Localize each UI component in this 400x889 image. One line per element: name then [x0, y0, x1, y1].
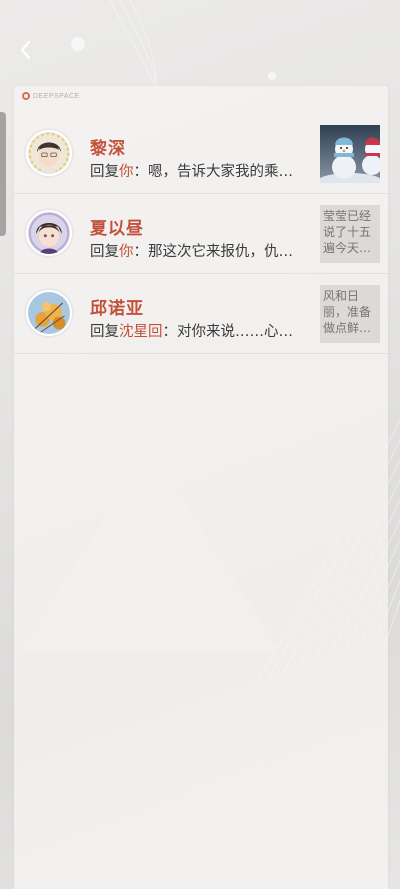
reply-prefix: 回复	[90, 324, 119, 340]
notification-item[interactable]: 邱诺亚 回复沈星回：对你来说……心… 风和日丽，准备做点鲜…	[14, 274, 388, 354]
side-drawer-handle[interactable]	[0, 112, 6, 236]
avatar[interactable]	[26, 210, 72, 256]
sender-name: 黎深	[90, 139, 126, 159]
notification-panel: DEEPSPACE 黎深 回复你：嗯，告诉大家我的乘… 夏以昼 回复你：那这次它…	[14, 86, 388, 889]
avatar[interactable]	[26, 290, 72, 336]
logo-mark	[22, 92, 30, 100]
reply-target[interactable]: 沈星回	[119, 324, 163, 340]
reply-text: 回复你：嗯，告诉大家我的乘…	[90, 160, 312, 181]
notification-item[interactable]: 黎深 回复你：嗯，告诉大家我的乘…	[14, 114, 388, 194]
reply-target[interactable]: 你	[119, 244, 134, 260]
avatar[interactable]	[26, 130, 72, 176]
reply-text: 回复沈星回：对你来说……心…	[90, 320, 312, 341]
reply-target[interactable]: 你	[119, 164, 134, 180]
post-thumbnail[interactable]: 莹莹已经说了十五遍今天…	[320, 205, 380, 263]
sender-name: 夏以昼	[90, 219, 144, 239]
post-thumbnail[interactable]	[320, 125, 380, 183]
reply-text: 回复你：那这次它来报仇，仇…	[90, 240, 312, 261]
sender-name: 邱诺亚	[90, 299, 144, 319]
logo-text: DEEPSPACE	[33, 92, 80, 100]
notification-item[interactable]: 夏以昼 回复你：那这次它来报仇，仇… 莹莹已经说了十五遍今天…	[14, 194, 388, 274]
reply-content: ：那这次它来报仇，仇…	[133, 244, 294, 260]
reply-content: ：嗯，告诉大家我的乘…	[133, 164, 294, 180]
back-button[interactable]	[14, 38, 38, 62]
reply-content: ：对你来说……心…	[162, 324, 294, 340]
app-logo: DEEPSPACE	[22, 92, 80, 100]
notification-list: 黎深 回复你：嗯，告诉大家我的乘… 夏以昼 回复你：那这次它来报仇，仇… 莹莹已…	[14, 114, 388, 354]
snowman-photo	[320, 125, 380, 183]
post-thumbnail-text: 莹莹已经说了十五遍今天…	[323, 209, 372, 255]
chevron-left-icon	[20, 40, 31, 60]
reply-prefix: 回复	[90, 164, 119, 180]
post-thumbnail[interactable]: 风和日丽，准备做点鲜…	[320, 285, 380, 343]
reply-prefix: 回复	[90, 244, 119, 260]
post-thumbnail-text: 风和日丽，准备做点鲜…	[323, 289, 372, 335]
